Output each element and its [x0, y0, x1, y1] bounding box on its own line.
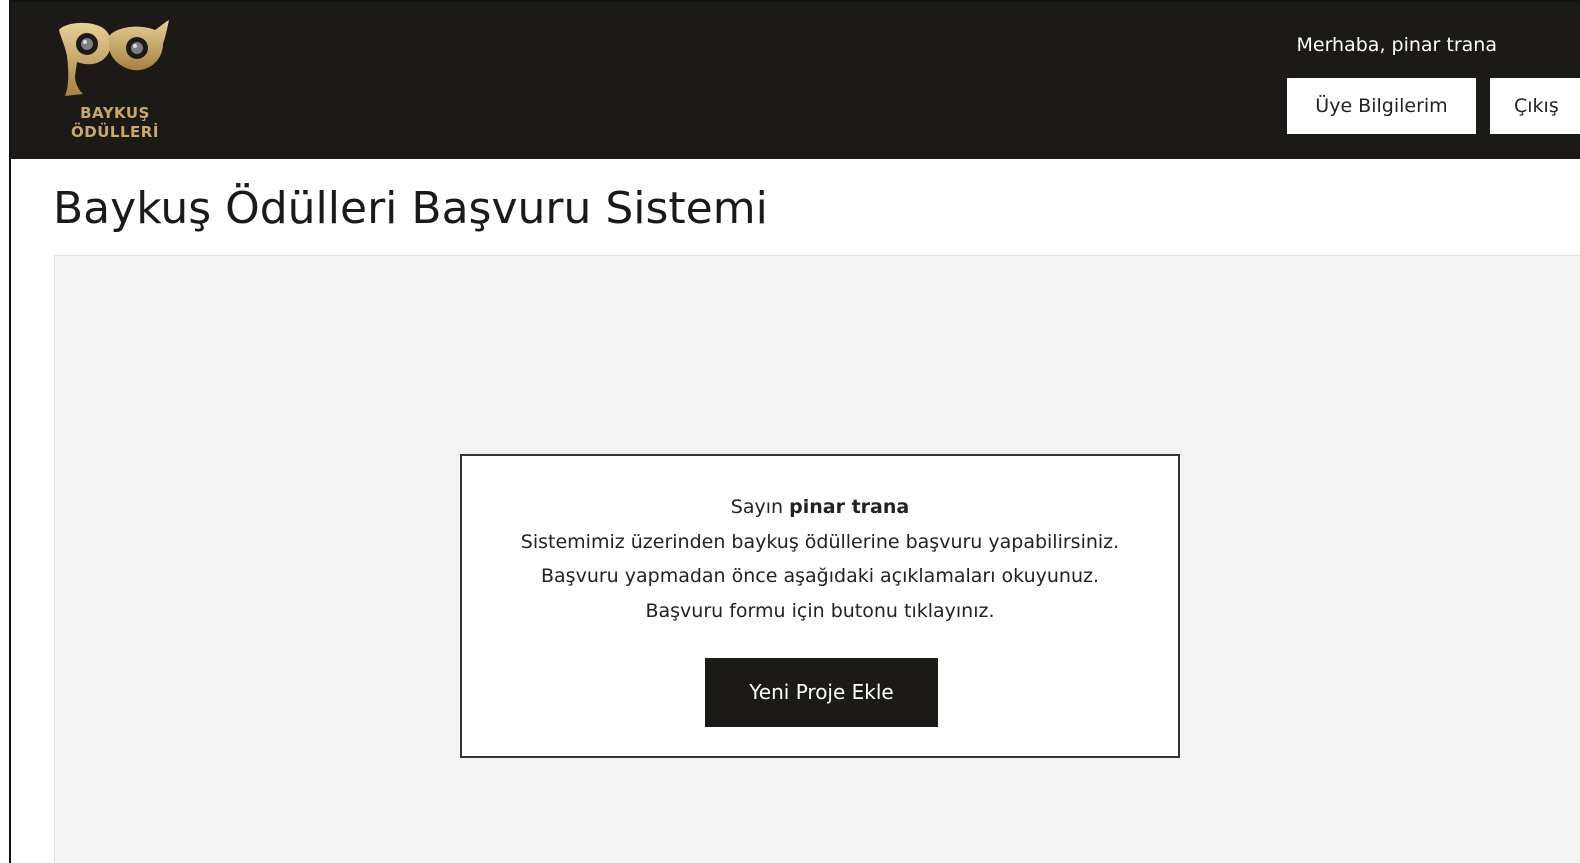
page-title: Baykuş Ödülleri Başvuru Sistemi — [53, 183, 768, 234]
user-greeting: Merhaba, pinar trana — [1296, 34, 1498, 56]
new-project-button[interactable]: Yeni Proje Ekle — [705, 658, 938, 727]
profile-button[interactable]: Üye Bilgilerim — [1287, 78, 1476, 134]
site-logo[interactable]: BAYKUŞ ÖDÜLLERİ — [51, 16, 171, 148]
browser-frame: BAYKUŞ ÖDÜLLERİ Merhaba, pinar trana Üye… — [9, 0, 1580, 863]
welcome-line-1: Sistemimiz üzerinden baykuş ödüllerine b… — [520, 530, 1120, 553]
site-header: BAYKUŞ ÖDÜLLERİ Merhaba, pinar trana Üye… — [11, 2, 1580, 159]
salutation: Sayın — [730, 496, 784, 518]
logout-button[interactable]: Çıkış — [1490, 78, 1580, 134]
logo-wordmark: BAYKUŞ ÖDÜLLERİ — [51, 104, 171, 142]
welcome-line-2: Başvuru yapmadan önce aşağıdaki açıklama… — [541, 565, 1099, 587]
salutation-line: Sayın pinar trana — [462, 490, 1178, 525]
welcome-box: Sayın pinar trana Sistemimiz üzerinden b… — [460, 454, 1180, 758]
logo-line-2: ÖDÜLLERİ — [71, 123, 159, 141]
welcome-line-3: Başvuru formu için butonu tıklayınız. — [645, 599, 995, 622]
user-name: pinar trana — [789, 496, 910, 518]
welcome-message: Sayın pinar trana Sistemimiz üzerinden b… — [462, 456, 1178, 628]
logo-line-1: BAYKUŞ — [80, 104, 150, 122]
owl-logo-icon — [59, 20, 169, 96]
